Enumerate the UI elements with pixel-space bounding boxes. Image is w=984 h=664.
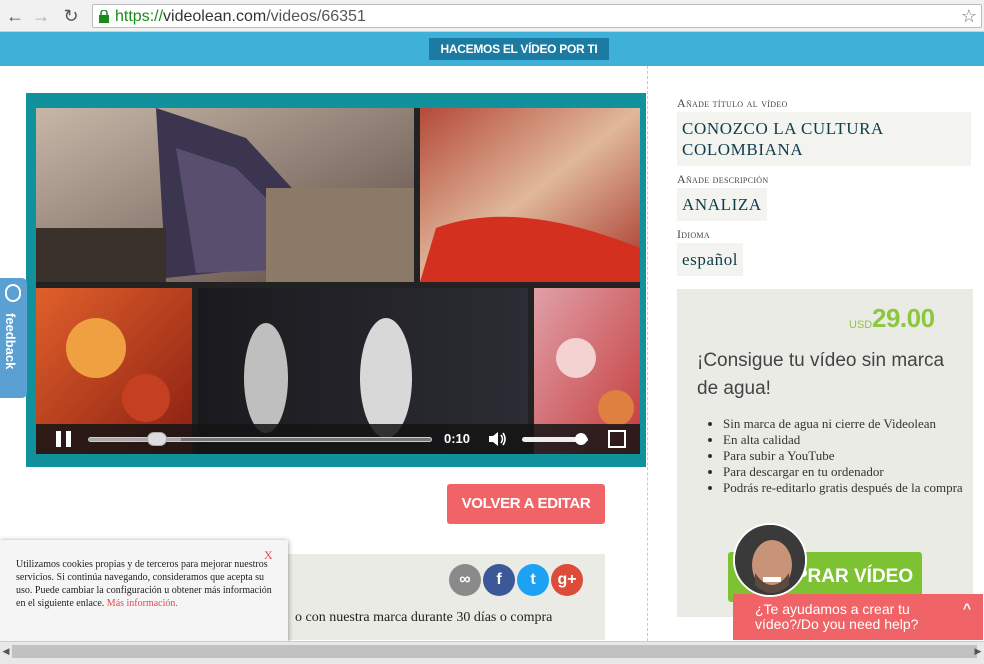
pause-icon[interactable] [56,431,72,447]
volume-handle[interactable] [575,433,588,445]
fullscreen-icon[interactable] [608,430,626,448]
volume-slider[interactable] [522,433,588,445]
video-frame-image [36,108,640,454]
progress-handle[interactable] [147,432,168,446]
language-label: Idioma [677,227,710,241]
help-chat-widget[interactable]: ¿Te ayudamos a crear tu vídeo?/Do you ne… [733,594,983,640]
horizontal-scrollbar[interactable]: ◀ ▶ [0,641,984,664]
browser-toolbar: ← → ↻ https://videolean.com/videos/66351… [0,0,984,32]
scroll-left-icon[interactable]: ◀ [1,645,11,658]
url-text: https://videolean.com/videos/66351 [115,8,366,25]
volume-icon[interactable] [488,430,508,448]
share-description: o con nuestra marca durante 30 días o co… [295,610,553,625]
reload-icon[interactable]: ↻ [60,5,82,27]
feedback-label: feedback [3,313,18,370]
promo-bar: HACEMOS EL VÍDEO POR TI POR $99 [0,32,984,78]
title-label: Añade título al vídeo [677,96,788,110]
bookmark-star-icon[interactable]: ☆ [961,6,977,27]
cookie-more-info-link[interactable]: Más información. [107,598,178,609]
price-amount: 29.00 [872,303,935,333]
help-text: ¿Te ayudamos a crear tu vídeo?/Do you ne… [755,601,919,632]
language-field[interactable]: español [677,243,744,276]
description-label: Añade descripción [677,172,769,186]
thumbs-up-icon [5,284,21,302]
back-to-edit-button[interactable]: VOLVER A EDITAR [447,484,605,524]
promo-button[interactable]: HACEMOS EL VÍDEO POR TI POR $99 [429,38,609,78]
progress-bar[interactable] [88,432,432,446]
scroll-right-icon[interactable]: ▶ [973,645,983,658]
title-line-2: COLOMBIANA [682,140,804,159]
description-field[interactable]: ANALIZA [677,188,767,221]
avatar [733,523,807,597]
cookie-notice: X Utilizamos cookies propias y de tercer… [0,540,288,642]
benefit-item: Para subir a YouTube [723,448,963,464]
chevron-up-icon[interactable]: ^ [963,600,971,616]
video-canvas[interactable] [36,108,640,454]
video-controls: 0:10 [36,424,640,454]
cookie-text: Utilizamos cookies propias y de terceros… [16,559,272,609]
current-time: 0:10 [444,431,471,446]
benefit-item: Podrás re-editarlo gratis después de la … [723,480,963,496]
progress-buffered [89,438,182,441]
title-field[interactable]: CONOZCO LA CULTURA COLOMBIANA [677,112,971,166]
benefit-item: Sin marca de agua ni cierre de Videolean [723,416,963,432]
title-line-1: CONOZCO LA CULTURA [682,119,884,138]
link-icon[interactable]: ∞ [449,564,481,596]
feedback-tab[interactable]: feedback [0,278,27,398]
forward-arrow-icon[interactable]: → [30,5,52,27]
pricing-box: USD 29.00 ¡Consigue tu vídeo sin marca d… [677,289,973,617]
benefit-item: Para descargar en tu ordenador [723,464,963,480]
address-bar[interactable]: https://videolean.com/videos/66351 ☆ [92,4,982,28]
column-divider [647,66,648,641]
lock-icon [99,10,109,23]
twitter-icon[interactable]: t [517,564,549,596]
share-panel: ∞ f t g+ o con nuestra marca durante 30 … [285,554,605,640]
google-plus-icon[interactable]: g+ [551,564,583,596]
back-arrow-icon[interactable]: ← [4,5,26,27]
scrollbar-thumb[interactable] [12,645,977,658]
facebook-icon[interactable]: f [483,564,515,596]
benefit-item: En alta calidad [723,432,963,448]
benefits-list: Sin marca de agua ni cierre de Videolean… [723,416,963,496]
price-currency: USD [849,319,873,331]
pricing-heading: ¡Consigue tu vídeo sin marca de agua! [697,350,945,399]
